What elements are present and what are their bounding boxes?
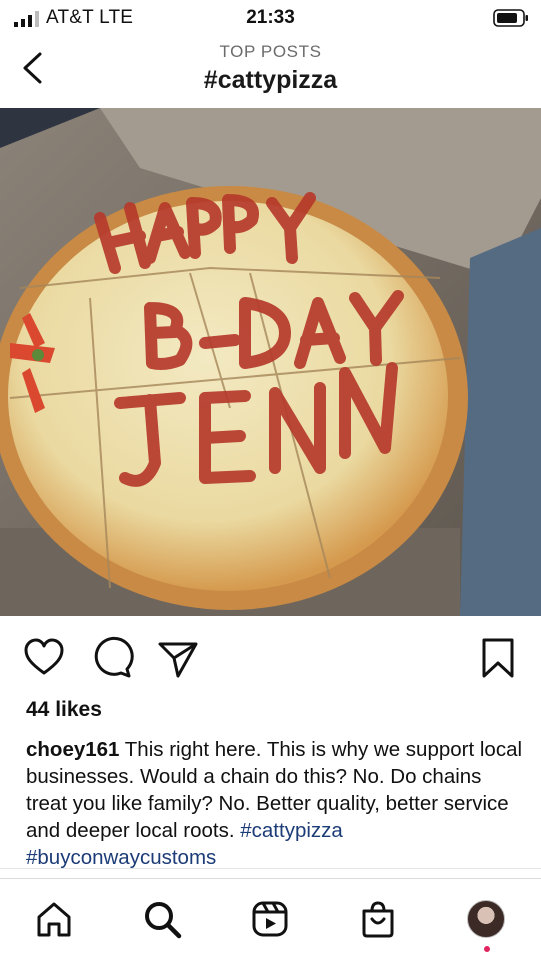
like-button[interactable] (22, 636, 66, 680)
tab-reels[interactable] (246, 895, 294, 943)
header: TOP POSTS #cattypizza (0, 36, 541, 108)
page-title: #cattypizza (203, 66, 338, 94)
post-photo[interactable] (0, 108, 541, 616)
search-icon (145, 902, 182, 939)
shop-icon (362, 901, 394, 938)
post-caption: choey161 This right here. This is why we… (26, 736, 526, 876)
caption-divider (0, 868, 541, 878)
tab-profile[interactable] (462, 895, 510, 943)
battery-icon (493, 9, 528, 27)
tab-home[interactable] (30, 895, 78, 943)
hashtag-link[interactable]: #buyconwaycustoms (26, 846, 216, 869)
post-actions (0, 630, 541, 684)
tab-search[interactable] (138, 895, 186, 943)
comment-button[interactable] (90, 636, 134, 680)
header-subtitle: TOP POSTS (219, 42, 322, 61)
heart-icon (24, 638, 64, 675)
hashtag-link[interactable]: #cattypizza (240, 819, 343, 842)
notification-dot (484, 946, 490, 952)
save-button[interactable] (476, 636, 520, 680)
status-bar: AT&T LTE 21:33 (0, 0, 541, 36)
caption-username[interactable]: choey161 (26, 738, 119, 761)
home-icon (37, 902, 71, 937)
clock: 21:33 (246, 7, 295, 28)
avatar (467, 900, 505, 938)
paper-plane-icon (158, 642, 198, 678)
like-count[interactable]: 44 likes (26, 698, 102, 722)
reels-icon (252, 901, 288, 937)
tab-bar (0, 878, 541, 960)
share-button[interactable] (156, 636, 200, 680)
comment-icon (94, 636, 134, 678)
tab-shop[interactable] (354, 895, 402, 943)
bookmark-icon (482, 638, 514, 678)
pizza-photo (0, 108, 541, 616)
